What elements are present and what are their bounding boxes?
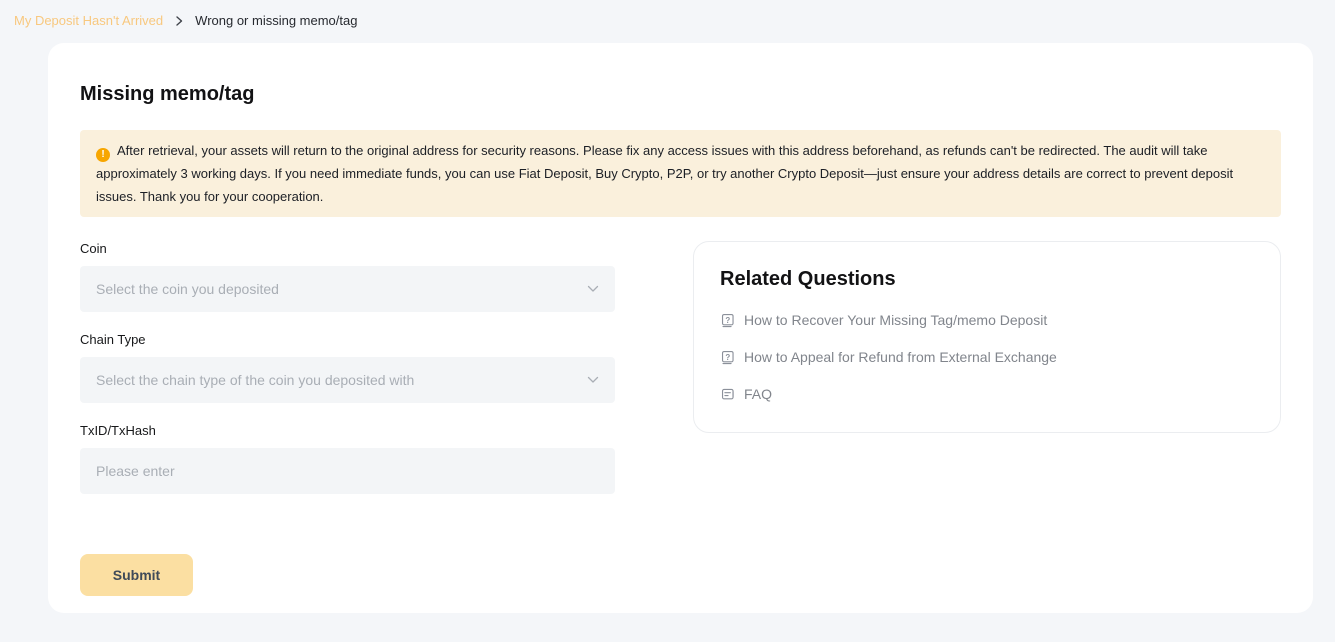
coin-select[interactable]: Select the coin you deposited <box>80 266 615 312</box>
svg-text:?: ? <box>725 352 730 361</box>
submit-button[interactable]: Submit <box>80 554 193 596</box>
notice-banner: !After retrieval, your assets will retur… <box>80 130 1281 217</box>
coin-field-group: Coin Select the coin you deposited <box>80 241 615 312</box>
question-doc-icon: ? <box>720 350 735 365</box>
breadcrumb-parent-link[interactable]: My Deposit Hasn't Arrived <box>14 13 163 28</box>
txid-field-group: TxID/TxHash <box>80 423 615 494</box>
chain-type-select-placeholder: Select the chain type of the coin you de… <box>96 372 414 388</box>
breadcrumb-current: Wrong or missing memo/tag <box>195 13 357 28</box>
faq-doc-icon <box>720 387 735 402</box>
page-title: Missing memo/tag <box>80 83 1281 106</box>
txid-label: TxID/TxHash <box>80 423 615 438</box>
related-questions-panel: Related Questions ? How to Recover Your … <box>693 241 1281 433</box>
chain-type-label: Chain Type <box>80 332 615 347</box>
warning-icon: ! <box>96 148 110 162</box>
svg-text:?: ? <box>725 315 730 324</box>
deposit-form: Coin Select the coin you deposited Chain… <box>80 241 615 596</box>
related-question-link[interactable]: ? How to Recover Your Missing Tag/memo D… <box>720 312 1254 328</box>
related-question-label: How to Appeal for Refund from External E… <box>744 349 1057 365</box>
notice-text: After retrieval, your assets will return… <box>96 143 1233 204</box>
related-faq-label: FAQ <box>744 386 772 402</box>
coin-label: Coin <box>80 241 615 256</box>
txid-input[interactable] <box>80 448 615 494</box>
content-row: Coin Select the coin you deposited Chain… <box>80 241 1281 596</box>
chevron-right-icon <box>173 15 185 27</box>
main-card: Missing memo/tag !After retrieval, your … <box>48 43 1313 613</box>
related-faq-link[interactable]: FAQ <box>720 386 1254 402</box>
related-questions-title: Related Questions <box>720 268 1254 291</box>
chevron-down-icon <box>587 376 599 384</box>
chain-type-select[interactable]: Select the chain type of the coin you de… <box>80 357 615 403</box>
chevron-down-icon <box>587 285 599 293</box>
question-doc-icon: ? <box>720 313 735 328</box>
chain-type-field-group: Chain Type Select the chain type of the … <box>80 332 615 403</box>
related-question-label: How to Recover Your Missing Tag/memo Dep… <box>744 312 1047 328</box>
coin-select-placeholder: Select the coin you deposited <box>96 281 279 297</box>
related-question-link[interactable]: ? How to Appeal for Refund from External… <box>720 349 1254 365</box>
breadcrumb: My Deposit Hasn't Arrived Wrong or missi… <box>0 0 1335 38</box>
